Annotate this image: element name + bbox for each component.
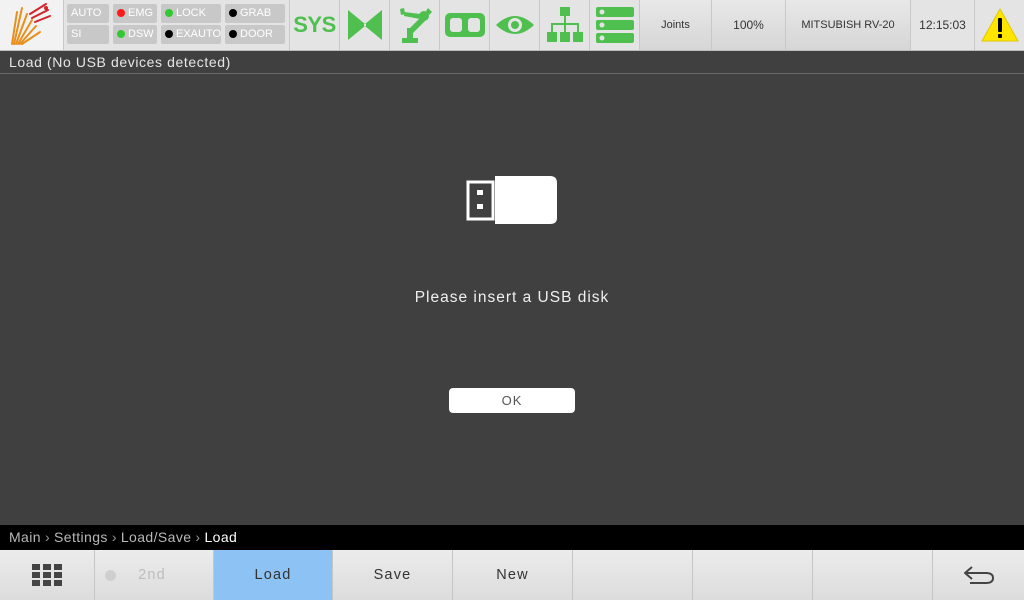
speed-button[interactable]: 100% <box>711 0 785 50</box>
tab-save[interactable]: Save <box>332 550 452 600</box>
joints-button[interactable]: Joints <box>639 0 711 50</box>
joints-label: Joints <box>661 19 690 31</box>
exauto-dot-icon <box>165 29 173 38</box>
eye-icon <box>495 16 534 34</box>
bottom-nav-bar: 2nd Load Save New <box>0 550 1024 600</box>
bird-logo-icon <box>11 3 51 45</box>
top-status-bar: AUTO SI EMG DSW LOCK EXAUTO GRAB DOOR SY… <box>0 0 1024 51</box>
back-button[interactable] <box>932 550 1024 600</box>
sys-button[interactable]: SYS <box>289 0 339 50</box>
ok-button[interactable]: OK <box>449 388 575 413</box>
breadcrumb: Main › Settings › Load/Save › Load <box>0 525 1024 550</box>
mode-status-group: AUTO SI <box>67 4 109 44</box>
door-indicator: DOOR <box>225 25 285 44</box>
load-label: Load <box>254 567 292 583</box>
second-label: 2nd <box>138 567 166 583</box>
empty-softkey-3[interactable] <box>812 550 932 600</box>
dsw-dot-icon <box>117 29 125 38</box>
grid-menu-icon <box>32 564 62 586</box>
breadcrumb-main[interactable]: Main <box>9 529 41 545</box>
mode-si-indicator: SI <box>67 25 109 44</box>
grab-dot-icon <box>229 8 237 17</box>
motion-icon <box>347 10 382 40</box>
insert-usb-message: Please insert a USB disk <box>414 289 610 306</box>
tab-load[interactable]: Load <box>213 550 332 600</box>
chevron-right-icon: › <box>195 529 201 545</box>
usb-drive-icon <box>466 176 557 224</box>
save-label: Save <box>373 567 412 583</box>
vision-button[interactable] <box>489 0 539 50</box>
speed-label: 100% <box>733 18 764 32</box>
dsw-indicator: DSW <box>113 25 157 44</box>
lock-indicator: LOCK <box>161 4 221 23</box>
breadcrumb-settings[interactable]: Settings <box>54 529 108 545</box>
chevron-right-icon: › <box>111 529 117 545</box>
warning-icon <box>980 8 1019 42</box>
clock-label: 12:15:03 <box>919 18 966 32</box>
tab-new[interactable]: New <box>452 550 572 600</box>
second-function-button[interactable]: 2nd <box>94 550 213 600</box>
empty-softkey-2[interactable] <box>692 550 812 600</box>
page-title: Load (No USB devices detected) <box>0 51 1024 74</box>
content-area: Please insert a USB disk OK <box>0 75 1024 525</box>
io-button[interactable] <box>439 0 489 50</box>
clock: 12:15:03 <box>910 0 974 50</box>
new-label: New <box>496 567 529 583</box>
network-icon <box>546 7 583 42</box>
lock-dot-icon <box>165 8 173 17</box>
main-menu-button[interactable] <box>0 550 94 600</box>
back-arrow-icon <box>963 566 994 584</box>
lock-status-group: LOCK EXAUTO <box>161 4 221 44</box>
emg-indicator: EMG <box>113 4 157 23</box>
warning-button[interactable] <box>974 0 1024 50</box>
robot-arm-button[interactable] <box>389 0 439 50</box>
exauto-indicator: EXAUTO <box>161 25 221 44</box>
grab-status-group: GRAB DOOR <box>225 4 285 44</box>
robot-label: MITSUBISH RV-20 <box>801 19 895 31</box>
robot-arm-icon <box>399 8 432 43</box>
second-indicator-dot-icon <box>105 570 116 581</box>
server-button[interactable] <box>589 0 639 50</box>
chevron-right-icon: › <box>44 529 51 545</box>
emg-dot-icon <box>117 8 125 17</box>
breadcrumb-current: Load <box>204 529 238 545</box>
server-icon <box>595 7 634 43</box>
io-icon <box>444 13 485 37</box>
grab-indicator: GRAB <box>225 4 285 23</box>
network-button[interactable] <box>539 0 589 50</box>
motion-button[interactable] <box>339 0 389 50</box>
robot-select-button[interactable]: MITSUBISH RV-20 <box>785 0 910 50</box>
safety-status-group: EMG DSW <box>113 4 157 44</box>
app-logo[interactable] <box>0 0 64 50</box>
breadcrumb-load-save[interactable]: Load/Save <box>121 529 192 545</box>
sys-label: SYS <box>293 12 336 37</box>
door-dot-icon <box>229 29 237 38</box>
mode-auto-indicator: AUTO <box>67 4 109 23</box>
empty-softkey-1[interactable] <box>572 550 692 600</box>
